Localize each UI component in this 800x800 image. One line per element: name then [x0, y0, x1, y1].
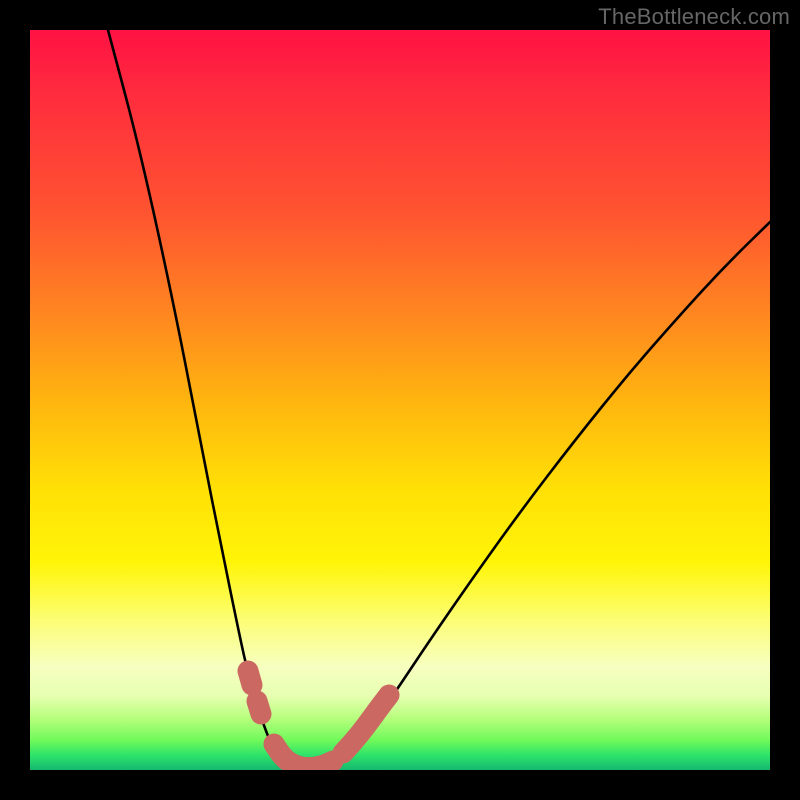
- marker-segment: [274, 744, 333, 768]
- marker-segment: [248, 671, 252, 685]
- curve-layer: [30, 30, 770, 770]
- chart-frame: TheBottleneck.com: [0, 0, 800, 800]
- marker-segment: [257, 701, 261, 714]
- watermark-text: TheBottleneck.com: [598, 4, 790, 30]
- right-curve: [305, 222, 770, 770]
- plot-area: [30, 30, 770, 770]
- left-curve: [108, 30, 305, 770]
- marker-segment: [343, 695, 389, 753]
